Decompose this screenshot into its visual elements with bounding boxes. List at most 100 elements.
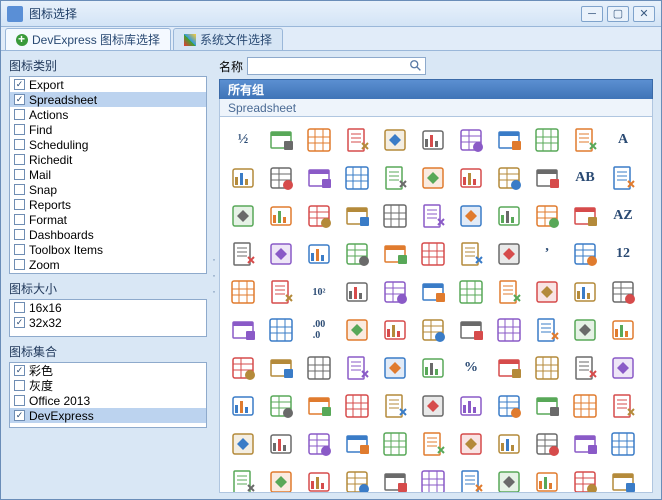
icon-cell[interactable]	[226, 351, 260, 385]
icon-cell[interactable]	[264, 313, 298, 347]
icon-cell[interactable]	[530, 313, 564, 347]
list-item[interactable]: Actions	[10, 107, 206, 122]
icon-cell[interactable]	[530, 123, 564, 157]
icon-cell[interactable]	[378, 465, 412, 493]
icon-cell[interactable]	[340, 161, 374, 195]
icon-cell[interactable]: 12	[606, 237, 640, 271]
icon-cell[interactable]	[530, 161, 564, 195]
icon-cell[interactable]	[492, 161, 526, 195]
maximize-button[interactable]: ▢	[607, 6, 629, 22]
icon-cell[interactable]: AZ	[606, 199, 640, 233]
icon-cell[interactable]	[606, 313, 640, 347]
checkbox[interactable]	[14, 302, 25, 313]
icon-cell[interactable]	[454, 427, 488, 461]
size-list[interactable]: 16x16✓32x32	[9, 299, 207, 337]
icon-cell[interactable]	[492, 351, 526, 385]
icon-cell[interactable]	[226, 313, 260, 347]
icon-cell[interactable]	[226, 427, 260, 461]
close-button[interactable]: ✕	[633, 6, 655, 22]
icon-cell[interactable]	[378, 161, 412, 195]
search-input[interactable]	[247, 57, 426, 75]
icon-cell[interactable]	[226, 161, 260, 195]
icon-cell[interactable]	[416, 199, 450, 233]
icon-cell[interactable]: ’	[530, 237, 564, 271]
icon-cell[interactable]	[568, 237, 602, 271]
list-item[interactable]: Mail	[10, 167, 206, 182]
list-item[interactable]: Scheduling	[10, 137, 206, 152]
icon-cell[interactable]	[568, 199, 602, 233]
icon-cell[interactable]	[340, 351, 374, 385]
icon-cell[interactable]	[378, 237, 412, 271]
minimize-button[interactable]: ─	[581, 6, 603, 22]
icon-cell[interactable]	[606, 465, 640, 493]
icon-cell[interactable]	[416, 123, 450, 157]
icon-cell[interactable]	[340, 123, 374, 157]
list-item[interactable]: Reports	[10, 197, 206, 212]
icon-cell[interactable]	[530, 389, 564, 423]
icon-cell[interactable]	[492, 123, 526, 157]
icon-cell[interactable]	[492, 389, 526, 423]
icon-cell[interactable]	[416, 275, 450, 309]
icon-cell[interactable]	[568, 313, 602, 347]
category-list[interactable]: ✓Export✓SpreadsheetActionsFindScheduling…	[9, 76, 207, 274]
tab-devexpress-library[interactable]: DevExpress 图标库选择	[5, 28, 171, 50]
icon-cell[interactable]: AB	[568, 161, 602, 195]
icon-cell[interactable]	[378, 389, 412, 423]
icon-cell[interactable]	[492, 465, 526, 493]
icon-cell[interactable]	[454, 123, 488, 157]
icon-cell[interactable]	[226, 237, 260, 271]
checkbox[interactable]: ✓	[14, 94, 25, 105]
checkbox[interactable]	[14, 184, 25, 195]
icon-cell[interactable]	[264, 237, 298, 271]
search-icon[interactable]	[409, 59, 423, 73]
icon-cell[interactable]	[454, 313, 488, 347]
checkbox[interactable]	[14, 109, 25, 120]
icon-cell[interactable]	[454, 465, 488, 493]
icon-cell[interactable]	[568, 275, 602, 309]
icon-cell[interactable]	[492, 313, 526, 347]
icon-cell[interactable]	[606, 161, 640, 195]
icon-cell[interactable]	[416, 313, 450, 347]
icon-cell[interactable]	[226, 199, 260, 233]
icon-cell[interactable]	[530, 427, 564, 461]
icon-cell[interactable]	[340, 237, 374, 271]
checkbox[interactable]	[14, 199, 25, 210]
list-item[interactable]: Contacts	[10, 272, 206, 274]
icon-cell[interactable]	[264, 389, 298, 423]
icon-cell[interactable]	[454, 199, 488, 233]
list-item[interactable]: Office 2013	[10, 393, 206, 408]
icon-cell[interactable]	[416, 237, 450, 271]
icon-cell[interactable]	[416, 351, 450, 385]
icon-cell[interactable]	[264, 161, 298, 195]
checkbox[interactable]: ✓	[14, 79, 25, 90]
icon-cell[interactable]	[416, 161, 450, 195]
icon-cell[interactable]	[568, 465, 602, 493]
icon-cell[interactable]	[568, 427, 602, 461]
icon-cell[interactable]	[492, 275, 526, 309]
icon-cell[interactable]: .00 .0	[302, 313, 336, 347]
list-item[interactable]: 灰度	[10, 378, 206, 393]
icon-cell[interactable]	[340, 427, 374, 461]
icon-cell[interactable]	[378, 123, 412, 157]
checkbox[interactable]	[14, 214, 25, 225]
icon-grid-scroll[interactable]: ½AABAZ’1210².00 .0%	[219, 117, 653, 493]
icon-cell[interactable]: 10²	[302, 275, 336, 309]
icon-cell[interactable]	[226, 275, 260, 309]
icon-cell[interactable]	[606, 275, 640, 309]
icon-cell[interactable]	[302, 427, 336, 461]
icon-cell[interactable]	[492, 427, 526, 461]
list-item[interactable]: Toolbox Items	[10, 242, 206, 257]
icon-cell[interactable]	[454, 161, 488, 195]
icon-cell[interactable]	[302, 237, 336, 271]
icon-cell[interactable]	[492, 199, 526, 233]
checkbox[interactable]	[14, 139, 25, 150]
icon-cell[interactable]	[264, 427, 298, 461]
checkbox[interactable]	[14, 229, 25, 240]
list-item[interactable]: ✓彩色	[10, 363, 206, 378]
icon-cell[interactable]	[340, 313, 374, 347]
icon-cell[interactable]	[340, 389, 374, 423]
icon-cell[interactable]	[264, 351, 298, 385]
icon-cell[interactable]	[606, 389, 640, 423]
icon-cell[interactable]	[530, 351, 564, 385]
list-item[interactable]: Zoom	[10, 257, 206, 272]
